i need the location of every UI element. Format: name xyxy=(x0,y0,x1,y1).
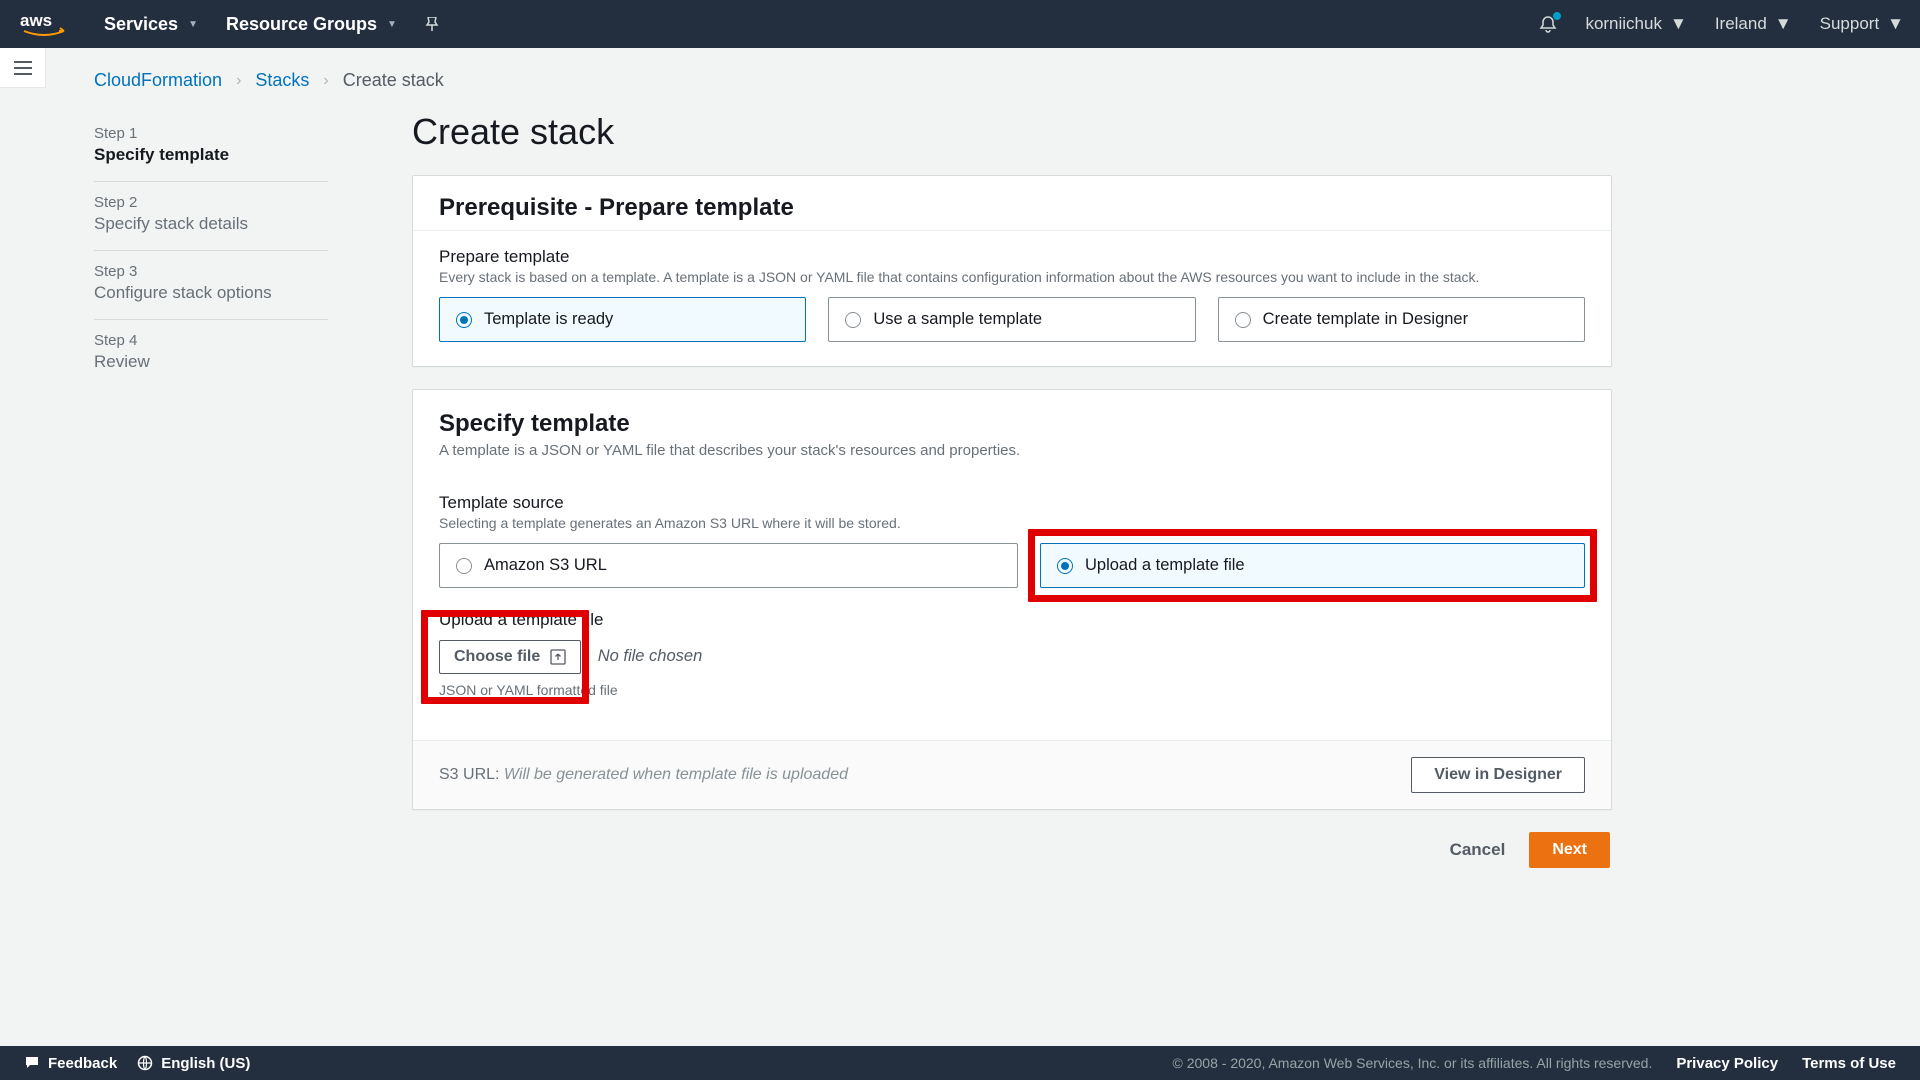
step-3[interactable]: Step 3 Configure stack options xyxy=(94,251,328,320)
account-name: korniichuk xyxy=(1585,14,1662,34)
footer-bar: Feedback English (US) © 2008 - 2020, Ama… xyxy=(0,1046,1920,1080)
wizard-steps: Step 1 Specify template Step 2 Specify s… xyxy=(94,113,328,388)
radio-label: Amazon S3 URL xyxy=(484,556,607,575)
next-button[interactable]: Next xyxy=(1529,832,1610,868)
notifications-bell[interactable] xyxy=(1539,15,1557,33)
step-2[interactable]: Step 2 Specify stack details xyxy=(94,182,328,251)
radio-icon xyxy=(1057,558,1073,574)
support-label: Support xyxy=(1820,14,1880,34)
step-number: Step 4 xyxy=(94,332,328,349)
resource-groups-menu[interactable]: Resource Groups ▼ xyxy=(226,14,397,35)
view-in-designer-button[interactable]: View in Designer xyxy=(1411,757,1585,793)
s3-url-pending: Will be generated when template file is … xyxy=(504,766,848,783)
step-name: Specify template xyxy=(94,145,328,165)
step-1[interactable]: Step 1 Specify template xyxy=(94,113,328,182)
breadcrumb: CloudFormation › Stacks › Create stack xyxy=(94,70,1880,91)
radio-label: Upload a template file xyxy=(1085,556,1245,575)
radio-upload-template[interactable]: Upload a template file xyxy=(1040,543,1585,588)
main-content: CloudFormation › Stacks › Create stack S… xyxy=(46,48,1920,1046)
cancel-button[interactable]: Cancel xyxy=(1440,832,1516,868)
caret-down-icon: ▼ xyxy=(188,19,198,30)
wizard-actions: Cancel Next xyxy=(412,832,1612,868)
top-nav: aws Services ▼ Resource Groups ▼ korniic… xyxy=(0,0,1920,48)
language-label: English (US) xyxy=(161,1055,250,1072)
choose-file-button[interactable]: Choose file xyxy=(439,640,581,674)
hamburger-icon[interactable] xyxy=(14,61,32,75)
cancel-label: Cancel xyxy=(1450,840,1506,859)
radio-s3-url[interactable]: Amazon S3 URL xyxy=(439,543,1018,588)
radio-icon xyxy=(845,312,861,328)
radio-icon xyxy=(1235,312,1251,328)
region-label: Ireland xyxy=(1715,14,1767,34)
file-format-hint: JSON or YAML formatted file xyxy=(439,682,1585,698)
feedback-link[interactable]: Feedback xyxy=(24,1055,117,1072)
services-label: Services xyxy=(104,14,178,35)
svg-text:aws: aws xyxy=(20,12,52,30)
radio-label: Use a sample template xyxy=(873,310,1042,329)
upload-file-label: Upload a template file xyxy=(439,610,1585,630)
account-menu[interactable]: korniichuk ▼ xyxy=(1585,14,1686,34)
language-selector[interactable]: English (US) xyxy=(137,1055,250,1072)
breadcrumb-cloudformation[interactable]: CloudFormation xyxy=(94,70,222,91)
chevron-right-icon: › xyxy=(323,72,328,90)
sidebar-toggle-box xyxy=(0,48,46,88)
s3-url-label: S3 URL: xyxy=(439,766,499,783)
step-4[interactable]: Step 4 Review xyxy=(94,320,328,388)
pin-icon[interactable] xyxy=(425,17,439,31)
next-label: Next xyxy=(1552,841,1587,858)
globe-icon xyxy=(137,1055,153,1071)
radio-icon xyxy=(456,312,472,328)
step-name: Review xyxy=(94,352,328,372)
radio-label: Template is ready xyxy=(484,310,613,329)
step-name: Specify stack details xyxy=(94,214,328,234)
radio-sample-template[interactable]: Use a sample template xyxy=(828,297,1195,342)
radio-template-ready[interactable]: Template is ready xyxy=(439,297,806,342)
panel-heading: Specify template xyxy=(439,410,1585,438)
choose-file-label: Choose file xyxy=(454,648,540,666)
panel-heading: Prerequisite - Prepare template xyxy=(439,194,1585,222)
resource-groups-label: Resource Groups xyxy=(226,14,377,35)
caret-down-icon: ▼ xyxy=(1887,14,1904,34)
aws-logo[interactable]: aws xyxy=(20,12,68,38)
chevron-right-icon: › xyxy=(236,72,241,90)
panel-specify-template: Specify template A template is a JSON or… xyxy=(412,389,1612,810)
breadcrumb-current: Create stack xyxy=(343,70,444,91)
step-number: Step 3 xyxy=(94,263,328,280)
region-menu[interactable]: Ireland ▼ xyxy=(1715,14,1792,34)
upload-icon xyxy=(550,649,566,665)
caret-down-icon: ▼ xyxy=(387,19,397,30)
step-number: Step 1 xyxy=(94,125,328,142)
panel-prerequisite: Prerequisite - Prepare template Prepare … xyxy=(412,175,1612,367)
speech-bubble-icon xyxy=(24,1055,40,1071)
view-in-designer-label: View in Designer xyxy=(1434,766,1562,783)
copyright-text: © 2008 - 2020, Amazon Web Services, Inc.… xyxy=(1173,1055,1653,1071)
breadcrumb-stacks[interactable]: Stacks xyxy=(255,70,309,91)
privacy-policy-link[interactable]: Privacy Policy xyxy=(1676,1055,1778,1072)
template-source-label: Template source xyxy=(439,493,1585,513)
prepare-template-label: Prepare template xyxy=(439,247,1585,267)
step-name: Configure stack options xyxy=(94,283,328,303)
page-title: Create stack xyxy=(412,111,1612,153)
caret-down-icon: ▼ xyxy=(1775,14,1792,34)
radio-icon xyxy=(456,558,472,574)
terms-of-use-link[interactable]: Terms of Use xyxy=(1802,1055,1896,1072)
prepare-template-desc: Every stack is based on a template. A te… xyxy=(439,269,1585,285)
radio-label: Create template in Designer xyxy=(1263,310,1468,329)
step-number: Step 2 xyxy=(94,194,328,211)
feedback-label: Feedback xyxy=(48,1055,117,1072)
services-menu[interactable]: Services ▼ xyxy=(104,14,198,35)
panel-subheading: A template is a JSON or YAML file that d… xyxy=(439,442,1585,459)
no-file-chosen: No file chosen xyxy=(598,647,703,665)
radio-create-designer[interactable]: Create template in Designer xyxy=(1218,297,1585,342)
notification-dot-icon xyxy=(1553,12,1561,20)
caret-down-icon: ▼ xyxy=(1670,14,1687,34)
support-menu[interactable]: Support ▼ xyxy=(1820,14,1904,34)
